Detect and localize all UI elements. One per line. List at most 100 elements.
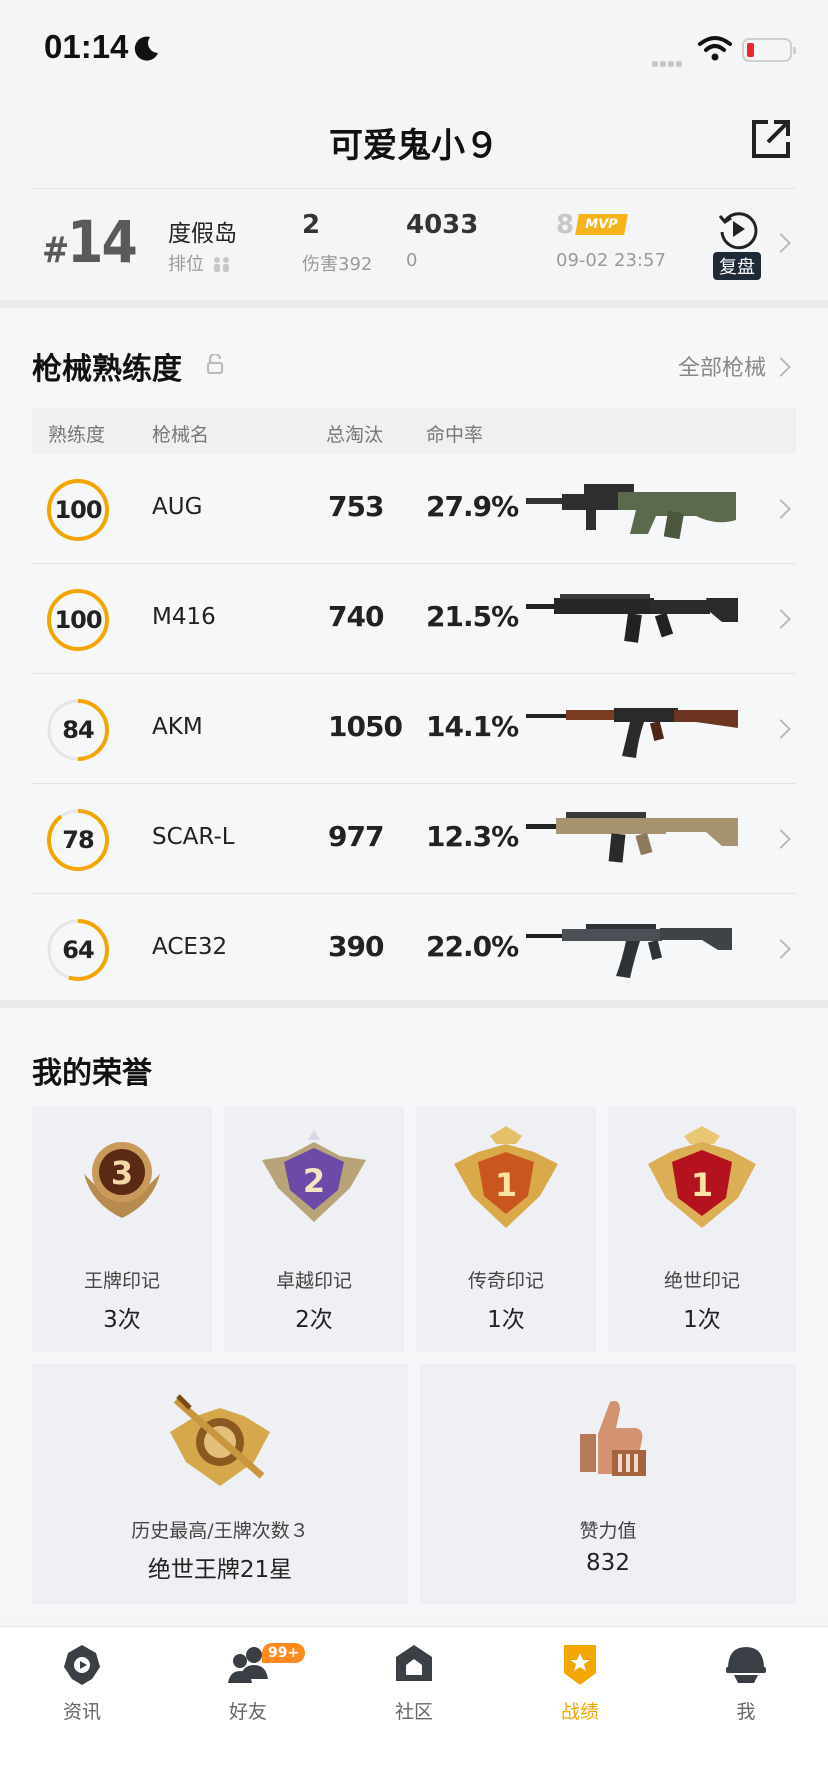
moon-icon — [134, 36, 158, 61]
wifi-icon — [698, 36, 732, 61]
medal-number: 1 — [495, 1166, 517, 1204]
chevron-right-icon — [771, 233, 791, 253]
weapon-kills: 390 — [328, 930, 384, 963]
match-score-sub: 0 — [406, 250, 418, 271]
match-kills: 2 — [302, 210, 321, 240]
honor-count: 1次 — [487, 1307, 525, 1333]
all-weapons-link[interactable]: 全部枪械 — [678, 350, 766, 382]
akm-rifle-icon — [526, 708, 738, 758]
weapon-kills: 740 — [328, 600, 384, 633]
tab-community[interactable]: 社区 — [354, 1641, 474, 1724]
weapon-proficiency-section: 枪械熟练度 全部枪械 熟练度 枪械名 总淘汰 命中率 100 AUG 753 2… — [0, 308, 828, 1000]
medal-number: 1 — [691, 1166, 713, 1204]
tab-me[interactable]: 我 — [686, 1641, 806, 1724]
honor-card[interactable]: 2 卓越印记 2次 — [224, 1106, 404, 1352]
thumbs-up-icon — [580, 1401, 646, 1476]
medal-number: 3 — [111, 1154, 133, 1192]
section-title: 我的荣誉 — [32, 1056, 152, 1091]
tab-label: 社区 — [394, 1701, 433, 1723]
weapon-row[interactable]: 64 ACE32 390 22.0% — [32, 894, 796, 1004]
match-mode: 排位 — [168, 250, 232, 276]
m416-rifle-icon — [526, 594, 738, 643]
proficiency-value: 100 — [54, 496, 102, 524]
honor-card[interactable]: 1 传奇印记 1次 — [416, 1106, 596, 1352]
bottom-tab-bar: 资讯 99+ 好友 社区 战绩 我 — [0, 1626, 828, 1792]
status-bar: 01:14 — [0, 0, 828, 96]
tab-label: 资讯 — [62, 1701, 101, 1723]
community-icon — [396, 1645, 432, 1681]
weapon-name: AUG — [152, 494, 203, 520]
divider — [32, 188, 796, 189]
lock-icon[interactable] — [206, 354, 224, 374]
signal-icon — [652, 52, 684, 71]
weapon-row[interactable]: 78 SCAR-L 977 12.3% — [32, 784, 796, 894]
proficiency-value: 84 — [62, 716, 94, 744]
record-icon — [564, 1645, 596, 1685]
honor-label: 绝世印记 — [663, 1270, 740, 1292]
weapon-kills: 977 — [328, 820, 384, 853]
chevron-right-icon — [771, 499, 791, 519]
weapon-row[interactable]: 100 AUG 753 27.9% — [32, 454, 796, 564]
squad-icon — [213, 257, 229, 272]
tab-news[interactable]: 资讯 — [22, 1641, 142, 1724]
tab-label: 好友 — [228, 1701, 267, 1723]
mvp-badge: MVP — [575, 214, 628, 235]
share-icon[interactable] — [748, 116, 794, 162]
proficiency-value: 100 — [54, 606, 102, 634]
honor-count: 2次 — [295, 1307, 333, 1333]
likes-value: 832 — [586, 1550, 630, 1576]
match-map: 度假岛 — [168, 221, 237, 247]
proficiency-value: 78 — [62, 826, 94, 854]
friends-badge: 99+ — [262, 1643, 306, 1663]
weapon-kills: 753 — [328, 490, 384, 523]
chevron-right-icon — [771, 939, 791, 959]
likes-card[interactable]: 赞力值 832 — [420, 1364, 796, 1604]
match-score: 4033 — [406, 210, 479, 240]
match-damage: 伤害392 — [302, 254, 373, 275]
weapon-name: M416 — [152, 604, 216, 630]
legend-medal-icon: 1 — [454, 1126, 558, 1228]
news-icon — [64, 1645, 100, 1685]
me-icon — [726, 1647, 766, 1683]
honor-card[interactable]: 1 绝世印记 1次 — [608, 1106, 796, 1352]
tab-record[interactable]: 战绩 — [520, 1641, 640, 1724]
section-divider — [0, 1000, 828, 1008]
highest-tier-medal-icon — [170, 1394, 270, 1486]
mvp-rank: 8 — [556, 210, 575, 240]
honor-label: 传奇印记 — [467, 1270, 544, 1292]
excellence-medal-icon: 2 — [262, 1130, 366, 1222]
history-label: 历史最高/王牌次数３ — [131, 1520, 309, 1542]
honor-label: 卓越印记 — [275, 1270, 352, 1292]
battery-icon — [742, 38, 796, 62]
weapon-name: SCAR-L — [152, 824, 235, 850]
weapon-hit-rate: 12.3% — [426, 820, 519, 853]
honors-section: 我的荣誉 3 王牌印记 3次 2 卓越印记 2次 1 传奇印记 1次 1 绝世印… — [0, 1008, 828, 1618]
weapon-row[interactable]: 84 AKM 1050 14.1% — [32, 674, 796, 784]
replay-button[interactable]: 复盘 — [708, 208, 766, 280]
tab-friends[interactable]: 99+ 好友 — [188, 1641, 308, 1724]
proficiency-value: 64 — [62, 936, 94, 964]
medal-number: 2 — [303, 1162, 325, 1200]
scar-rifle-icon — [526, 812, 738, 863]
chevron-right-icon — [771, 829, 791, 849]
match-datetime: 09-02 23:57 — [556, 250, 666, 271]
chevron-right-icon — [771, 719, 791, 739]
history-value: 绝世王牌21星 — [147, 1557, 293, 1583]
weapon-name: ACE32 — [152, 934, 228, 960]
recent-match-row[interactable]: #14 度假岛 排位 2 伤害392 4033 0 8 MVP 09-02 23… — [32, 190, 796, 300]
aug-rifle-icon — [526, 484, 736, 540]
status-time: 01:14 — [44, 28, 129, 65]
honor-card[interactable]: 3 王牌印记 3次 — [32, 1106, 212, 1352]
replay-icon — [718, 212, 758, 250]
honor-count: 1次 — [683, 1307, 721, 1333]
section-divider — [0, 300, 828, 308]
likes-label: 赞力值 — [579, 1520, 637, 1542]
column-header: 枪械名 — [152, 424, 210, 446]
page-title: 可爱鬼小９ — [329, 126, 499, 166]
history-highest-card[interactable]: 历史最高/王牌次数３ 绝世王牌21星 — [32, 1364, 408, 1604]
weapon-row[interactable]: 100 M416 740 21.5% — [32, 564, 796, 674]
chevron-right-icon — [771, 357, 791, 377]
tab-label: 我 — [736, 1701, 756, 1723]
section-title: 枪械熟练度 — [32, 352, 182, 387]
column-header: 熟练度 — [48, 424, 106, 446]
